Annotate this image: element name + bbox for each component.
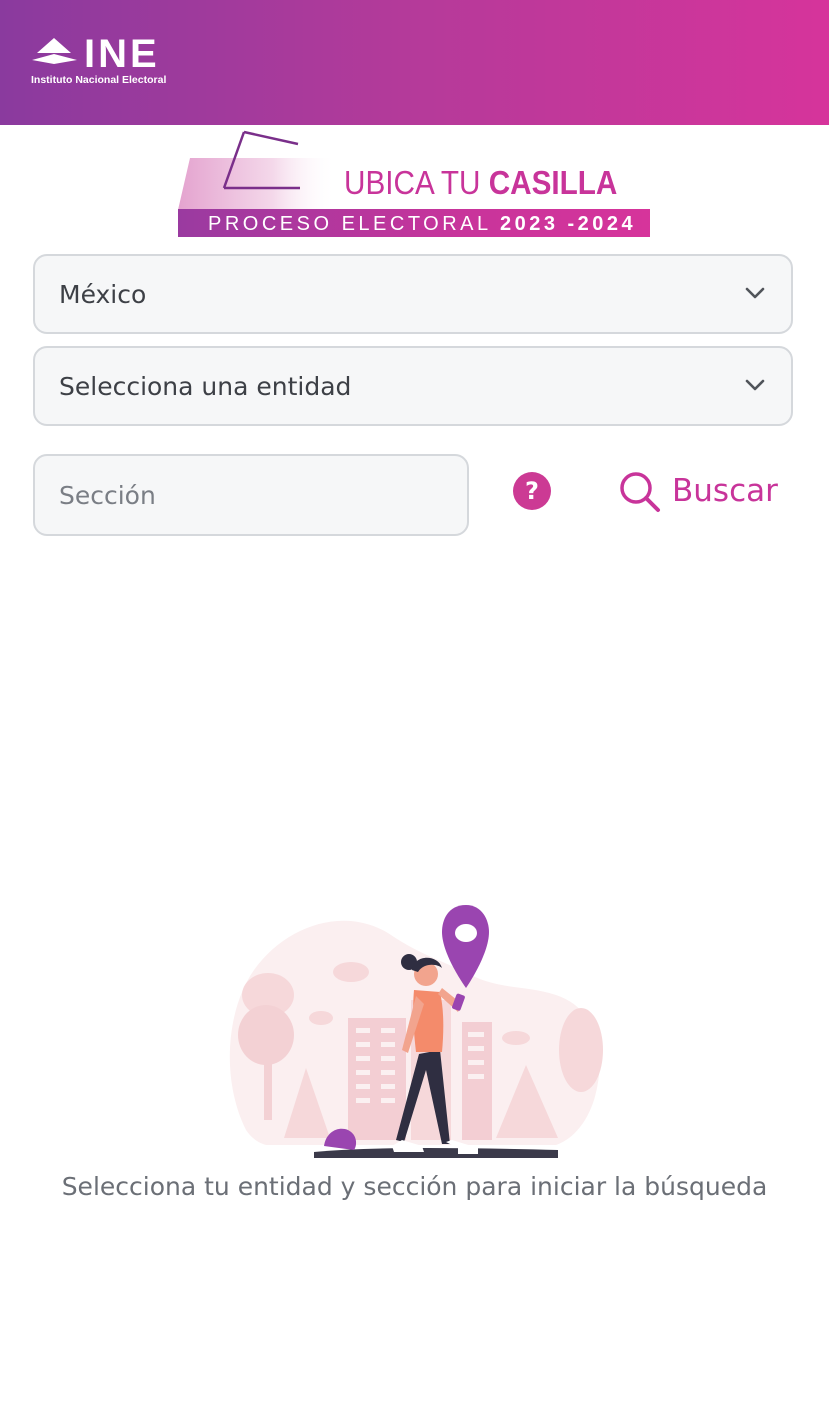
entity-select-value: Selecciona una entidad [59,372,352,401]
banner-title-light: UBICA TU [344,164,481,201]
ine-logo[interactable]: INE Instituto Nacional Electoral [30,32,195,92]
banner-title: UBICA TU CASILLA [344,163,617,203]
entity-select[interactable]: Selecciona una entidad [33,346,793,426]
banner-title-bold: CASILLA [488,164,618,201]
banner-subtitle: PROCESO ELECTORAL 2023 -2024 [208,212,636,236]
banner-subtitle-bold: 2023 -2024 [499,213,637,235]
app-header: INE Instituto Nacional Electoral [0,0,829,125]
empty-state-message: Selecciona tu entidad y sección para ini… [61,1172,768,1201]
logo-subtitle: Instituto Nacional Electoral [31,74,167,86]
woman-with-location-pin-illustration [229,905,603,1158]
section-input[interactable] [33,454,469,536]
country-select-value: México [59,280,147,309]
chevron-down-icon [745,287,765,299]
country-select[interactable]: México [33,254,793,334]
ubica-tu-casilla-banner: UBICA TU CASILLA PROCESO ELECTORAL 2023 … [176,130,652,240]
help-button[interactable]: ? [513,472,551,510]
search-button-label: Buscar [672,473,778,509]
logo-wordmark: INE [84,32,160,76]
banner-subtitle-light: PROCESO ELECTORAL [208,213,491,235]
chevron-down-icon [745,379,765,391]
search-icon [620,472,660,512]
ballot-box-icon [178,130,336,210]
ine-logo-mark-icon [32,38,77,64]
help-icon: ? [525,477,539,505]
